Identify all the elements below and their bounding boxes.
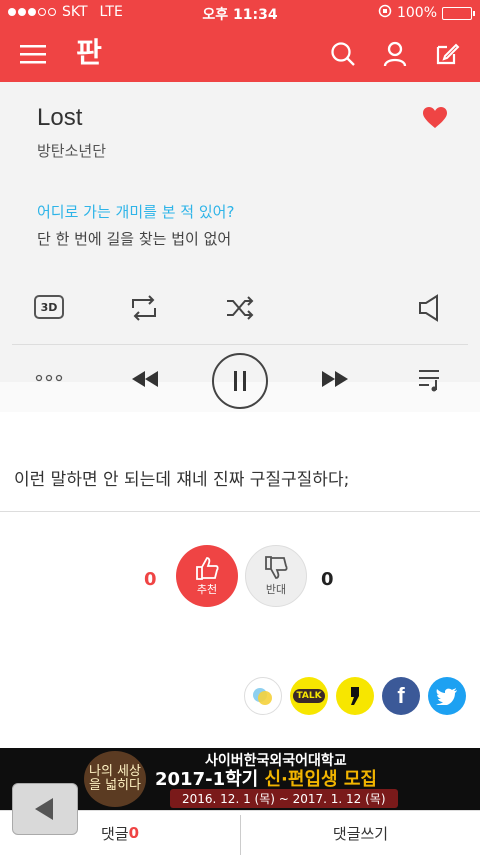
ad-headline-part1: 2017-1학기 bbox=[155, 769, 265, 790]
upvote-button[interactable]: 추천 bbox=[176, 545, 238, 607]
repeat-icon[interactable] bbox=[128, 292, 160, 324]
status-right: 100% bbox=[378, 4, 475, 22]
shuffle-icon[interactable] bbox=[224, 292, 256, 324]
3d-sound-button[interactable]: 3D bbox=[34, 295, 64, 319]
comment-text: 이런 말하면 안 되는데 쟤네 진짜 구질구질하다; bbox=[14, 470, 350, 490]
content-divider bbox=[0, 511, 480, 512]
ad-headline-part2: 신·편입생 모집 bbox=[264, 769, 377, 790]
thumbs-up-icon bbox=[196, 557, 219, 580]
comments-label: 댓글 bbox=[100, 824, 129, 843]
search-icon[interactable] bbox=[327, 38, 359, 70]
speaker-icon[interactable] bbox=[414, 292, 446, 324]
kakao-story-share-icon[interactable] bbox=[244, 677, 282, 715]
player-divider bbox=[12, 344, 468, 345]
song-title: Lost bbox=[37, 104, 83, 131]
pause-icon bbox=[234, 371, 246, 391]
kakao-talk-label: TALK bbox=[293, 689, 325, 703]
upvote-count: 0 bbox=[144, 569, 157, 590]
ad-dates: 2016. 12. 1 (목) ~ 2017. 1. 12 (목) bbox=[170, 789, 398, 808]
facebook-share-icon[interactable]: f bbox=[382, 677, 420, 715]
more-options-icon[interactable] bbox=[34, 368, 64, 388]
kakao-page-share-icon[interactable] bbox=[336, 677, 374, 715]
back-button[interactable] bbox=[12, 783, 78, 835]
downvote-button[interactable]: 반대 bbox=[245, 545, 307, 607]
twitter-share-icon[interactable] bbox=[428, 677, 466, 715]
heart-icon[interactable] bbox=[422, 106, 448, 134]
downvote-label: 반대 bbox=[265, 583, 287, 596]
share-buttons: TALK f bbox=[244, 677, 466, 715]
user-icon[interactable] bbox=[379, 38, 411, 70]
lyric-current-line: 어디로 가는 개미를 본 적 있어? bbox=[37, 203, 235, 221]
nav-bar: 판 bbox=[0, 26, 480, 82]
lyric-next-line: 단 한 번에 길을 찾는 법이 없어 bbox=[37, 230, 232, 248]
upvote-label: 추천 bbox=[196, 583, 218, 596]
rewind-icon[interactable] bbox=[128, 366, 162, 392]
write-icon[interactable] bbox=[431, 38, 463, 70]
fast-forward-icon[interactable] bbox=[318, 366, 352, 392]
thumbs-down-icon bbox=[265, 556, 288, 579]
3d-label: 3D bbox=[40, 300, 58, 314]
status-bar: SKT LTE 오후 11:34 100% bbox=[0, 0, 480, 26]
ad-badge: 나의 세상을 넓히다 bbox=[84, 751, 146, 807]
ad-headline: 2017-1학기 신·편입생 모집 bbox=[155, 765, 377, 791]
kakao-talk-share-icon[interactable]: TALK bbox=[290, 677, 328, 715]
pann-logo[interactable]: 판 bbox=[70, 34, 108, 72]
battery-icon bbox=[442, 6, 475, 20]
rotation-lock-icon bbox=[378, 4, 392, 22]
playlist-icon[interactable] bbox=[414, 366, 446, 394]
downvote-count: 0 bbox=[321, 569, 334, 590]
pause-button[interactable] bbox=[212, 353, 268, 409]
comments-count: 0 bbox=[128, 824, 140, 842]
artist-name: 방탄소년단 bbox=[37, 142, 107, 160]
write-comment-button[interactable]: 댓글쓰기 bbox=[241, 811, 480, 855]
battery-percent: 100% bbox=[396, 5, 437, 21]
menu-icon[interactable] bbox=[17, 38, 49, 70]
back-arrow-icon bbox=[35, 798, 53, 820]
